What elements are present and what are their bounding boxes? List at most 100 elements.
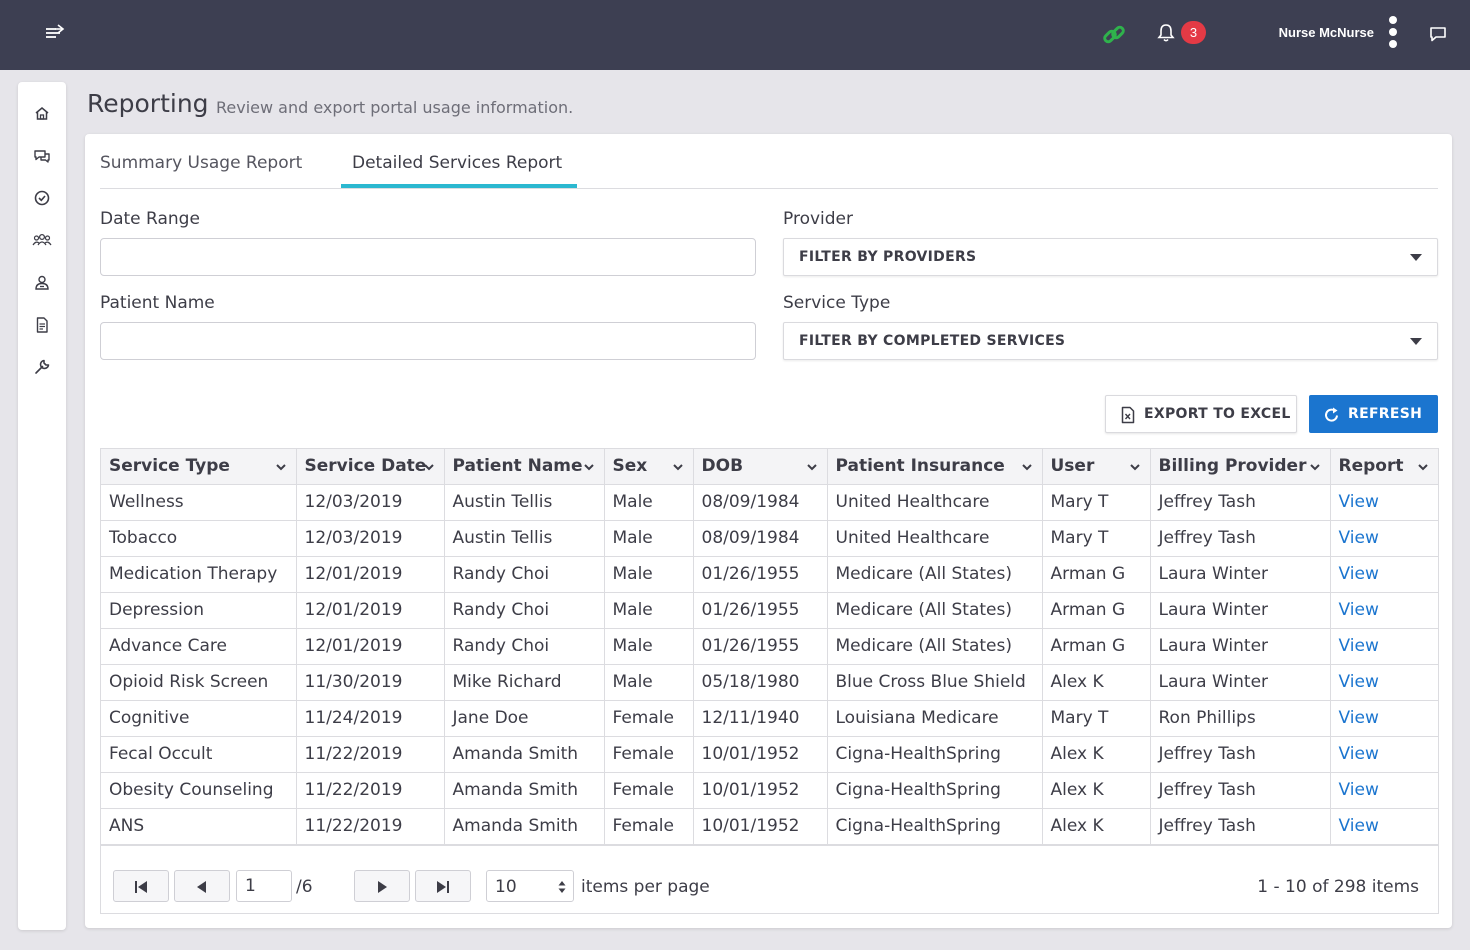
provider-select[interactable]: FILTER BY PROVIDERS [783, 238, 1438, 276]
cell-user: Alex K [1042, 772, 1151, 809]
column-header-label: Sex [612, 456, 648, 477]
kebab-menu-icon[interactable] [1386, 16, 1400, 52]
cell-service-date: 11/22/2019 [296, 772, 445, 809]
column-header-service-date[interactable]: Service Date [296, 449, 445, 485]
cell-patient-insurance: Blue Cross Blue Shield [827, 664, 1043, 701]
service-type-select[interactable]: FILTER BY COMPLETED SERVICES [783, 322, 1438, 360]
cell-sex: Male [604, 664, 694, 701]
view-report-link[interactable]: View [1339, 780, 1379, 800]
chevron-down-icon [1309, 464, 1320, 471]
wrench-icon[interactable] [32, 357, 52, 377]
menu-toggle-icon[interactable] [44, 22, 68, 44]
document-icon[interactable] [32, 315, 52, 335]
cell-user: Mary T [1042, 520, 1151, 557]
view-report-link[interactable]: View [1339, 672, 1379, 692]
cell-sex: Female [604, 772, 694, 809]
user-name[interactable]: Nurse McNurse [1240, 25, 1374, 40]
cell-billing-provider: Ron Phillips [1150, 700, 1331, 737]
items-per-page-select[interactable]: 10 [486, 870, 574, 902]
cell-patient-name: Amanda Smith [444, 808, 605, 845]
cell-patient-insurance: Cigna-HealthSpring [827, 736, 1043, 773]
check-circle-icon[interactable] [32, 188, 52, 208]
tab-detailed-services-report[interactable]: Detailed Services Report [352, 153, 562, 173]
column-header-patient-insurance[interactable]: Patient Insurance [827, 449, 1043, 485]
cell-patient-insurance: Cigna-HealthSpring [827, 772, 1043, 809]
cell-user: Arman G [1042, 556, 1151, 593]
view-report-link[interactable]: View [1339, 636, 1379, 656]
column-header-user[interactable]: User [1042, 449, 1151, 485]
cell-sex: Male [604, 556, 694, 593]
column-header-billing-provider[interactable]: Billing Provider [1150, 449, 1331, 485]
cell-sex: Female [604, 808, 694, 845]
column-header-service-type[interactable]: Service Type [101, 449, 297, 485]
cell-sex: Female [604, 700, 694, 737]
report-tabs: Summary Usage Report Detailed Services R… [100, 143, 1438, 189]
home-icon[interactable] [32, 104, 52, 124]
next-page-button[interactable] [354, 870, 410, 902]
column-header-label: Billing Provider [1158, 456, 1307, 477]
cell-patient-name: Austin Tellis [444, 484, 605, 521]
refresh-button[interactable]: REFRESH [1309, 395, 1438, 433]
column-header-label: Service Type [109, 456, 230, 477]
refresh-button-label: REFRESH [1348, 406, 1423, 422]
table-row: Fecal Occult 11/22/2019 Amanda Smith Fem… [101, 736, 1438, 773]
view-report-link[interactable]: View [1339, 564, 1379, 584]
first-page-button[interactable] [113, 870, 169, 902]
bell-icon[interactable] [1156, 23, 1176, 43]
user-badge-icon[interactable] [32, 273, 52, 293]
table-row: Obesity Counseling 11/22/2019 Amanda Smi… [101, 772, 1438, 809]
group-icon[interactable] [32, 230, 52, 250]
service-type-label: Service Type [783, 293, 891, 313]
column-header-report[interactable]: Report [1330, 449, 1438, 485]
previous-page-button[interactable] [174, 870, 230, 902]
view-report-link[interactable]: View [1339, 492, 1379, 512]
cell-patient-name: Randy Choi [444, 556, 605, 593]
column-header-sex[interactable]: Sex [604, 449, 694, 485]
cell-dob: 10/01/1952 [693, 736, 828, 773]
refresh-icon [1325, 407, 1338, 422]
column-header-dob[interactable]: DOB [693, 449, 828, 485]
cell-patient-insurance: Medicare (All States) [827, 628, 1043, 665]
cell-user: Mary T [1042, 700, 1151, 737]
column-header-patient-name[interactable]: Patient Name [444, 449, 605, 485]
page-total: /6 [296, 877, 313, 897]
chevron-down-icon [423, 464, 434, 471]
cell-report: View [1330, 700, 1438, 737]
active-tab-indicator [341, 184, 577, 188]
patient-name-input[interactable] [100, 322, 756, 360]
cell-patient-insurance: Medicare (All States) [827, 592, 1043, 629]
table-row: ANS 11/22/2019 Amanda Smith Female 10/01… [101, 808, 1438, 845]
cell-service-type: Advance Care [101, 628, 297, 665]
view-report-link[interactable]: View [1339, 816, 1379, 836]
cell-service-type: Obesity Counseling [101, 772, 297, 809]
cell-service-date: 12/01/2019 [296, 628, 445, 665]
page-number-input[interactable] [236, 870, 292, 902]
items-per-page-label: items per page [581, 877, 710, 897]
items-per-page-value: 10 [495, 877, 517, 897]
tab-summary-usage-report[interactable]: Summary Usage Report [100, 153, 302, 173]
date-range-input[interactable] [100, 238, 756, 276]
cell-report: View [1330, 628, 1438, 665]
last-page-button[interactable] [415, 870, 471, 902]
view-report-link[interactable]: View [1339, 528, 1379, 548]
table-row: Medication Therapy 12/01/2019 Randy Choi… [101, 556, 1438, 593]
last-page-icon [437, 881, 449, 893]
provider-select-value: FILTER BY PROVIDERS [799, 249, 977, 265]
cell-report: View [1330, 664, 1438, 701]
table-row: Depression 12/01/2019 Randy Choi Male 01… [101, 592, 1438, 629]
cell-billing-provider: Jeffrey Tash [1150, 808, 1331, 845]
chat-icon[interactable] [1428, 24, 1448, 44]
provider-label: Provider [783, 209, 853, 229]
excel-file-icon [1121, 406, 1135, 424]
link-icon[interactable] [1101, 22, 1127, 48]
cell-service-type: Tobacco [101, 520, 297, 557]
notification-badge[interactable]: 3 [1181, 21, 1206, 44]
view-report-link[interactable]: View [1339, 708, 1379, 728]
view-report-link[interactable]: View [1339, 744, 1379, 764]
view-report-link[interactable]: View [1339, 600, 1379, 620]
caret-down-icon [1410, 254, 1422, 261]
messages-icon[interactable] [32, 146, 52, 166]
top-bar: 3 Nurse McNurse [0, 0, 1470, 70]
cell-service-date: 11/22/2019 [296, 736, 445, 773]
export-to-excel-button[interactable]: EXPORT TO EXCEL [1105, 395, 1297, 433]
